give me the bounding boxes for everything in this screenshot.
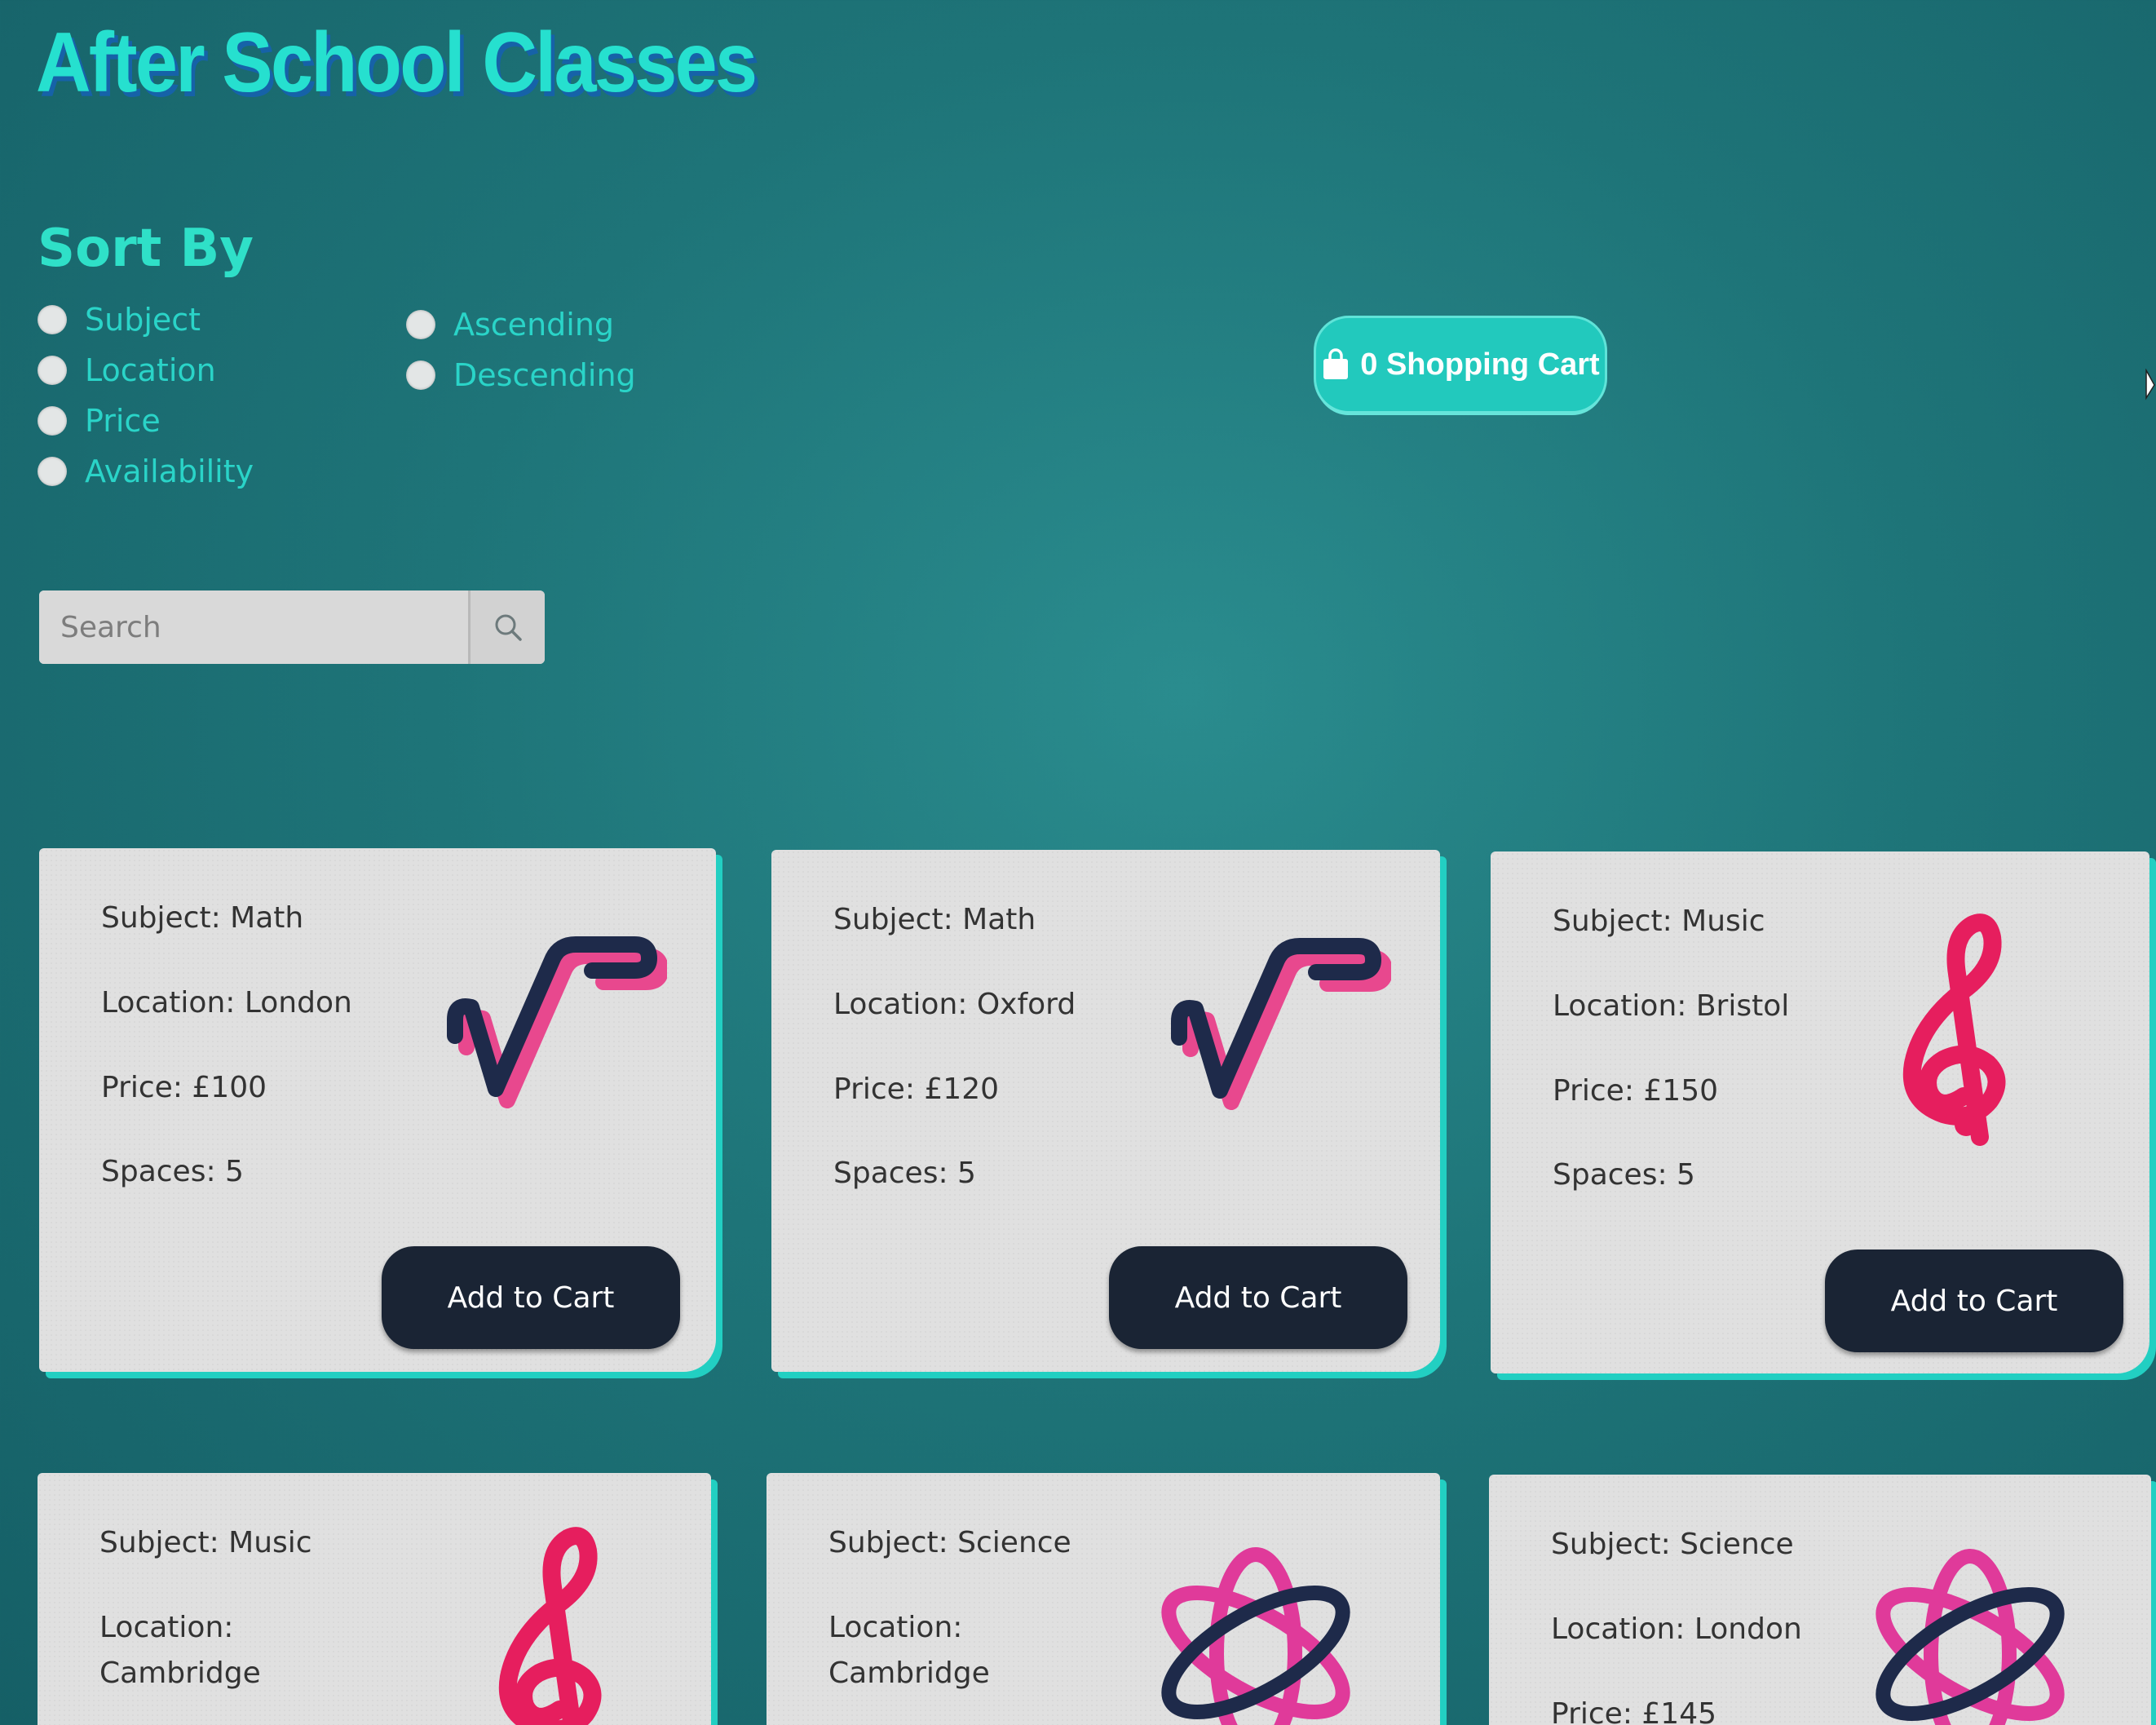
search-input[interactable] — [39, 590, 468, 664]
sort-order-descending[interactable]: Descending — [406, 357, 636, 393]
lesson-subject: Subject: Science — [828, 1526, 1071, 1559]
lesson-spaces: Spaces: 5 — [833, 1157, 976, 1191]
lesson-location: Location: Cambridge — [99, 1610, 261, 1690]
lesson-subject: Subject: Science — [1551, 1528, 1794, 1561]
math-root-icon — [447, 936, 667, 1108]
search-bar — [39, 590, 545, 664]
lesson-location: Location: Cambridge — [828, 1610, 990, 1690]
atom-icon — [1161, 1547, 1350, 1725]
shopping-bag-icon — [1323, 348, 1349, 379]
radio-button[interactable] — [38, 356, 67, 385]
math-root-icon — [1171, 938, 1391, 1110]
radio-button[interactable] — [406, 310, 435, 339]
sort-by-heading: Sort By — [38, 219, 254, 279]
sort-order-ascending[interactable]: Ascending — [406, 307, 636, 343]
lesson-card: Subject: Math Location: Oxford Price: £1… — [771, 850, 1440, 1372]
radio-label: Location — [85, 352, 216, 388]
sort-option-price[interactable]: Price — [38, 403, 254, 439]
mouse-cursor-icon — [2145, 369, 2155, 400]
lesson-price: Price: £120 — [833, 1072, 1000, 1106]
sort-option-location[interactable]: Location — [38, 352, 254, 388]
lesson-card: Subject: Science Location: London Price:… — [1489, 1475, 2151, 1725]
treble-clef-icon — [498, 1527, 602, 1725]
atom-icon — [1875, 1549, 2065, 1725]
lesson-price: Price: £100 — [101, 1070, 267, 1104]
lesson-location: Location: London — [101, 985, 352, 1020]
lesson-price: Price: £150 — [1553, 1073, 1719, 1108]
lesson-spaces: Spaces: 5 — [101, 1155, 244, 1189]
radio-button[interactable] — [406, 360, 435, 390]
shopping-cart-button[interactable]: 0 Shopping Cart — [1316, 318, 1605, 411]
lesson-location: Location: London — [1551, 1612, 1802, 1646]
lesson-subject: Subject: Music — [99, 1526, 312, 1559]
radio-button[interactable] — [38, 305, 67, 334]
search-button[interactable] — [468, 590, 545, 664]
lesson-spaces: Spaces: 5 — [1553, 1158, 1695, 1192]
radio-button[interactable] — [38, 457, 67, 486]
lesson-location: Location: Oxford — [833, 987, 1076, 1021]
sort-option-subject[interactable]: Subject — [38, 302, 254, 338]
radio-label: Subject — [85, 302, 201, 338]
lesson-card: Subject: Music Location: Bristol Price: … — [1491, 851, 2149, 1373]
treble-clef-icon — [1902, 913, 2006, 1146]
lesson-card: Subject: Music Location: Cambridge — [38, 1473, 711, 1725]
lesson-subject: Subject: Math — [833, 903, 1036, 936]
add-to-cart-button[interactable]: Add to Cart — [1825, 1250, 2123, 1352]
lesson-price: Price: £145 — [1551, 1696, 1717, 1725]
sort-field-group: Subject Location Price Availability — [38, 302, 254, 489]
lesson-location: Location: Bristol — [1553, 989, 1790, 1023]
lesson-subject: Subject: Math — [101, 901, 304, 935]
sort-option-availability[interactable]: Availability — [38, 453, 254, 489]
add-to-cart-button[interactable]: Add to Cart — [1109, 1246, 1407, 1349]
search-icon — [495, 614, 522, 641]
radio-button[interactable] — [38, 406, 67, 436]
radio-label: Descending — [453, 357, 636, 393]
add-to-cart-button[interactable]: Add to Cart — [382, 1246, 680, 1349]
radio-label: Availability — [85, 453, 254, 489]
radio-label: Ascending — [453, 307, 615, 343]
radio-label: Price — [85, 403, 161, 439]
lesson-card: Subject: Math Location: London Price: £1… — [39, 848, 716, 1372]
shopping-cart-label: 0 Shopping Cart — [1360, 347, 1600, 382]
lesson-card: Subject: Science Location: Cambridge — [767, 1473, 1440, 1725]
sort-order-group: Ascending Descending — [406, 307, 636, 393]
page-title: After School Classes — [36, 15, 758, 110]
lesson-subject: Subject: Music — [1553, 905, 1765, 938]
